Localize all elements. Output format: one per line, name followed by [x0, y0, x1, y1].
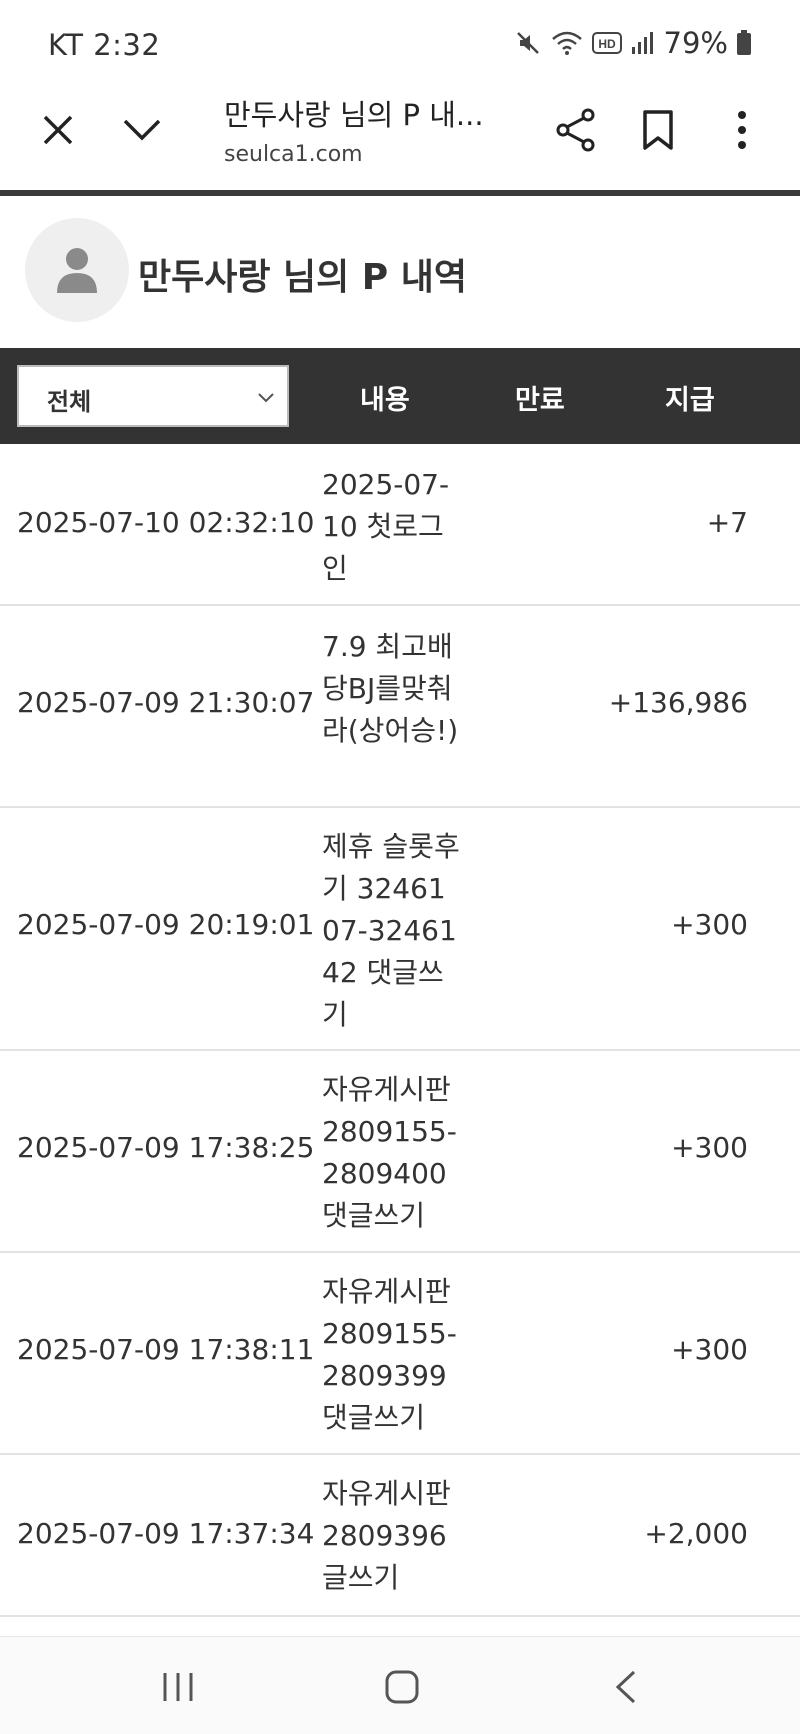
- url-display[interactable]: seulca1.com: [224, 142, 363, 167]
- row-date: 2025-07-09 20:19:01: [17, 908, 315, 941]
- close-icon[interactable]: [30, 102, 86, 158]
- table-row: 2025-07-10 02:32:10 2025-07-10 첫로그인 +7: [0, 444, 800, 606]
- table-row: 2025-07-09 17:37:34 자유게시판 2809396 글쓰기 +2…: [0, 1455, 800, 1617]
- row-content: 제휴 슬롯후기 3246107-3246142 댓글쓰기: [322, 830, 460, 1031]
- row-date: 2025-07-09 17:38:25: [17, 1131, 315, 1164]
- home-icon[interactable]: [372, 1657, 432, 1717]
- column-header-content: 내용: [360, 385, 410, 416]
- page-title: 만두사랑 님의 P 내역: [138, 257, 467, 298]
- battery-text: 79%: [663, 26, 728, 60]
- row-date: 2025-07-09 21:30:07: [17, 686, 315, 719]
- status-icons: HD 79%: [514, 26, 752, 60]
- table-row: 2025-07-09 20:19:01 제휴 슬롯후기 3246107-3246…: [0, 808, 800, 1051]
- table-row: 2025-07-09 17:38:25 자유게시판 2809155-280940…: [0, 1051, 800, 1253]
- column-header-amount: 지급: [665, 385, 715, 416]
- row-date: 2025-07-09 17:38:11: [17, 1333, 315, 1366]
- page-title-tab[interactable]: 만두사랑 님의 P 내...: [224, 92, 484, 134]
- back-icon[interactable]: [596, 1657, 656, 1717]
- profile-header: 만두사랑 님의 P 내역: [0, 196, 800, 348]
- more-vertical-icon[interactable]: [714, 102, 770, 158]
- row-date: 2025-07-09 17:37:34: [17, 1517, 315, 1550]
- table-row: 2025-07-09 17:38:11 자유게시판 2809155-280939…: [0, 1253, 800, 1455]
- user-icon: [57, 248, 97, 293]
- row-content: 7.9 최고배당BJ를맞춰라(상어승!): [322, 630, 459, 747]
- row-amount: +300: [671, 1131, 748, 1164]
- hd-icon: HD: [591, 31, 622, 55]
- row-content: 자유게시판 2809396 글쓰기: [322, 1477, 451, 1594]
- column-header-expiry: 만료: [515, 385, 565, 416]
- row-amount: +300: [671, 908, 748, 941]
- filter-select[interactable]: 전체: [17, 365, 289, 427]
- chevron-down-icon: [257, 389, 275, 408]
- wifi-icon: [550, 29, 584, 57]
- avatar: [25, 218, 129, 322]
- system-nav-bar: [0, 1636, 800, 1734]
- row-amount: +300: [671, 1333, 748, 1366]
- battery-icon: [736, 29, 752, 57]
- row-amount: +7: [706, 506, 748, 539]
- recent-apps-icon[interactable]: [148, 1657, 208, 1717]
- row-content: 2025-07-10 첫로그인: [322, 468, 450, 585]
- row-content: 자유게시판 2809155-2809399 댓글쓰기: [322, 1275, 457, 1434]
- status-bar: KT 2:32 HD 79%: [0, 0, 800, 92]
- row-content: 자유게시판 2809155-2809400 댓글쓰기: [322, 1073, 457, 1232]
- filter-selected-value: 전체: [47, 388, 92, 416]
- chevron-down-icon[interactable]: [114, 102, 170, 158]
- browser-toolbar: 만두사랑 님의 P 내... seulca1.com: [0, 92, 800, 190]
- share-icon[interactable]: [548, 102, 604, 158]
- table-row: 2025-07-09 21:30:07 7.9 최고배당BJ를맞춰라(상어승!)…: [0, 606, 800, 808]
- svg-text:HD: HD: [598, 37, 616, 51]
- mute-icon: [514, 29, 542, 57]
- row-date: 2025-07-10 02:32:10: [17, 506, 315, 539]
- bookmark-icon[interactable]: [630, 102, 686, 158]
- table-header: 전체 내용 만료 지급: [0, 348, 800, 444]
- row-amount: +2,000: [644, 1517, 748, 1550]
- row-amount: +136,986: [608, 686, 748, 719]
- signal-icon: [630, 30, 656, 56]
- carrier-time: KT 2:32: [48, 28, 161, 62]
